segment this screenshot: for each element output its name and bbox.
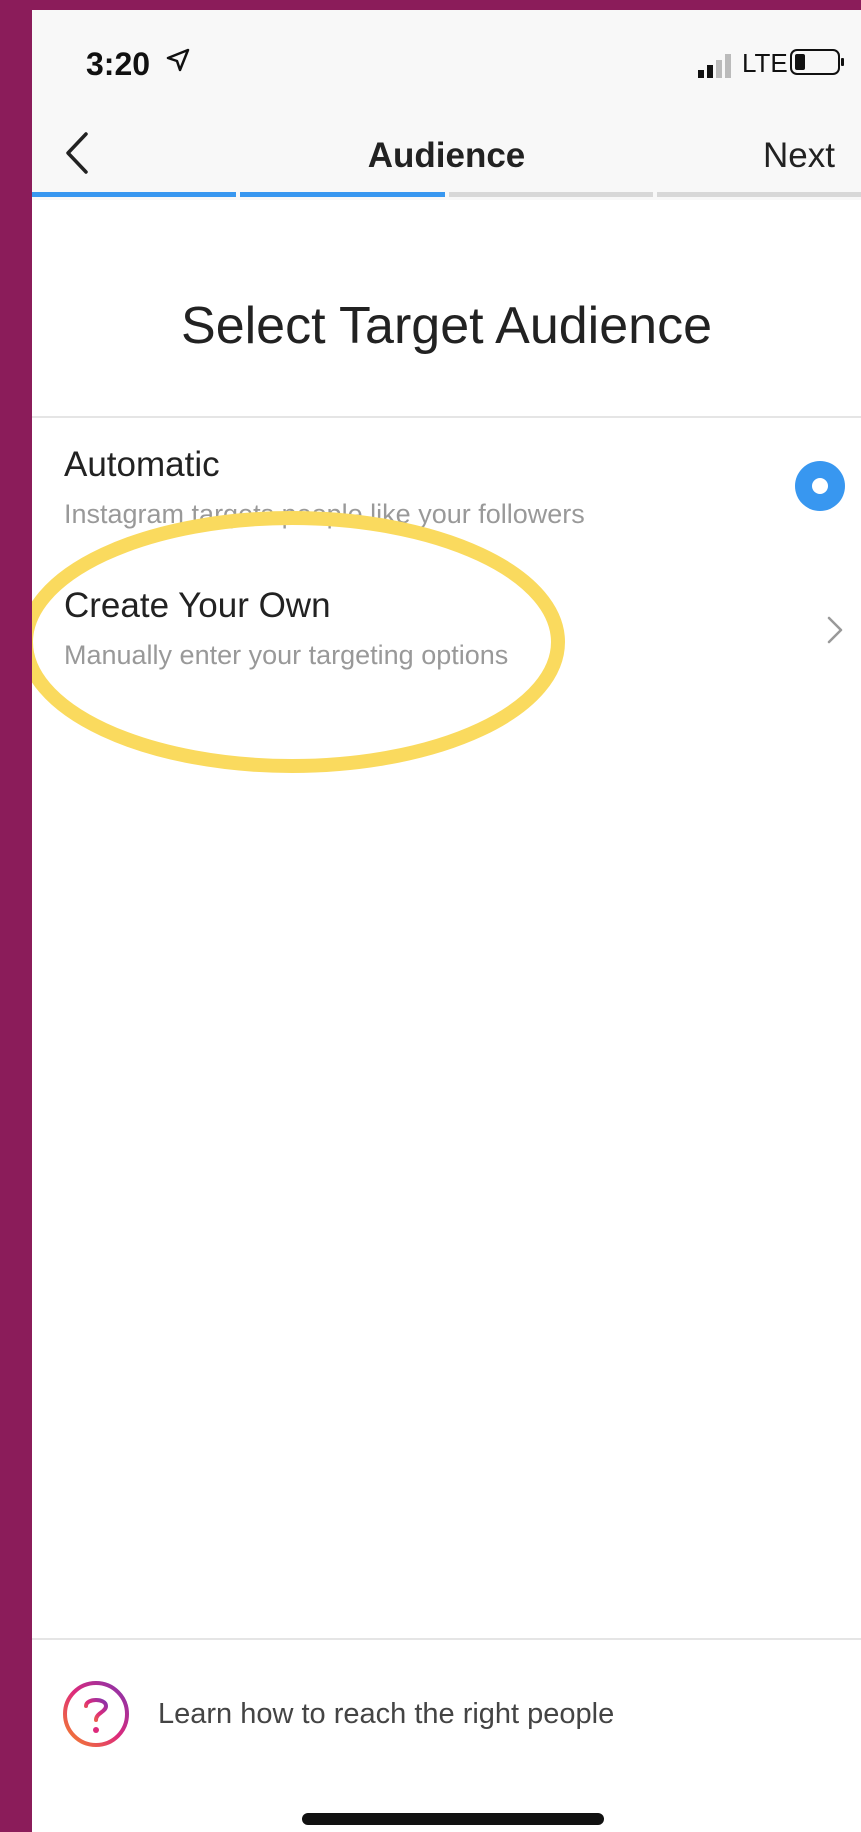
option-create-your-own[interactable]: Create Your Own Manually enter your targ… xyxy=(32,586,861,716)
selected-radio-icon[interactable] xyxy=(795,461,845,511)
option-automatic-subtitle: Instagram targets people like your follo… xyxy=(64,499,585,529)
step-progress-bar xyxy=(32,192,861,198)
signal-icon xyxy=(698,54,731,78)
phone-screen: 3:20 LTE Audience Next Select Target Aud… xyxy=(32,10,861,1832)
question-mark-icon[interactable] xyxy=(62,1680,130,1748)
help-link[interactable]: Learn how to reach the right people xyxy=(158,1698,614,1731)
progress-segment xyxy=(240,192,445,197)
progress-segment xyxy=(656,192,861,197)
option-create-subtitle: Manually enter your targeting options xyxy=(64,640,509,670)
option-automatic-title: Automatic xyxy=(64,445,220,484)
option-create-title: Create Your Own xyxy=(64,586,331,625)
help-footer[interactable]: Learn how to reach the right people xyxy=(32,1650,861,1770)
option-automatic[interactable]: Automatic Instagram targets people like … xyxy=(32,445,861,575)
section-heading: Select Target Audience xyxy=(181,297,712,355)
divider xyxy=(32,416,861,418)
page-title: Audience xyxy=(367,136,526,175)
status-time: 3:20 xyxy=(86,46,151,82)
progress-segment xyxy=(448,192,653,197)
home-indicator xyxy=(302,1813,604,1825)
progress-segment xyxy=(32,192,237,197)
next-button[interactable]: Next xyxy=(763,136,835,176)
navigation-bar: Audience Next xyxy=(32,110,861,200)
network-label: LTE xyxy=(742,48,788,78)
battery-icon xyxy=(790,49,844,75)
chevron-right-icon xyxy=(827,616,843,644)
location-arrow-icon xyxy=(166,48,190,72)
footer-divider xyxy=(32,1638,861,1640)
status-bar: 3:20 LTE xyxy=(32,10,861,110)
